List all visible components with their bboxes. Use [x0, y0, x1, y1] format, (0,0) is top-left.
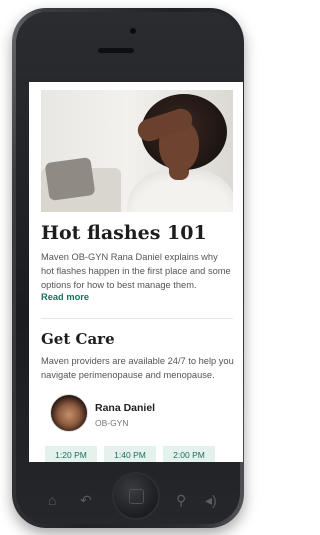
- provider-name[interactable]: Rana Daniel: [95, 402, 155, 414]
- time-slot-button[interactable]: 1:40 PM: [104, 446, 156, 462]
- provider-role: OB-GYN: [95, 418, 129, 428]
- section-divider: [41, 318, 233, 319]
- home-icon[interactable]: ⌂: [48, 492, 56, 508]
- article-hero-image: [41, 90, 233, 212]
- home-button[interactable]: [112, 472, 160, 520]
- article-description: Maven OB-GYN Rana Daniel explains why ho…: [41, 252, 231, 290]
- care-title: Get Care: [41, 330, 115, 348]
- article-title: Hot flashes 101: [41, 222, 207, 244]
- app-screen: Hot flashes 101 Maven OB-GYN Rana Daniel…: [29, 82, 243, 462]
- time-slot-button[interactable]: 1:20 PM: [45, 446, 97, 462]
- search-icon[interactable]: ⚲: [176, 492, 186, 509]
- time-slot-button[interactable]: 2:00 PM: [163, 446, 215, 462]
- back-icon[interactable]: ↶: [80, 492, 92, 509]
- volume-icon[interactable]: ◂): [205, 492, 217, 509]
- provider-avatar[interactable]: [50, 394, 88, 432]
- front-camera: [130, 28, 136, 34]
- care-description: Maven providers are available 24/7 to he…: [41, 356, 234, 380]
- earpiece-speaker: [98, 48, 134, 53]
- read-more-link[interactable]: Read more: [41, 292, 89, 302]
- hero-pillow: [44, 156, 96, 202]
- home-button-square-icon: [129, 489, 144, 504]
